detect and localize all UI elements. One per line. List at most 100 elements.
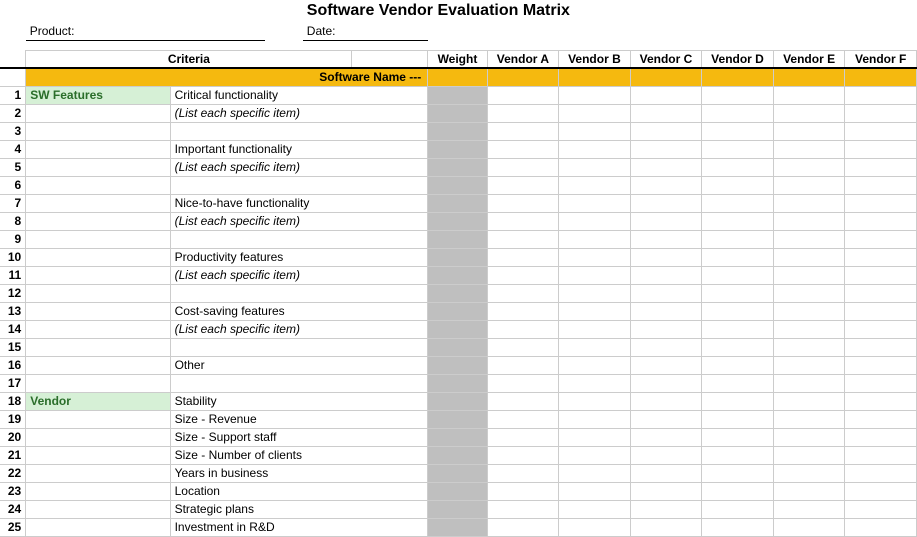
vendor-cell[interactable] (487, 446, 559, 464)
vendor-cell[interactable] (773, 194, 845, 212)
vendor-cell[interactable] (702, 356, 774, 374)
vendor-cell[interactable] (773, 230, 845, 248)
criteria-cell[interactable]: Size - Number of clients (170, 446, 428, 464)
vendor-cell[interactable] (845, 374, 917, 392)
category-cell[interactable] (26, 410, 170, 428)
software-weight-cell[interactable] (428, 68, 487, 86)
vendor-cell[interactable] (487, 122, 559, 140)
vendor-cell[interactable] (630, 302, 702, 320)
vendor-cell[interactable] (773, 158, 845, 176)
weight-cell[interactable] (428, 158, 487, 176)
vendor-cell[interactable] (845, 392, 917, 410)
weight-cell[interactable] (428, 518, 487, 536)
vendor-cell[interactable] (773, 338, 845, 356)
criteria-cell[interactable]: Important functionality (170, 140, 428, 158)
criteria-cell[interactable]: Years in business (170, 464, 428, 482)
vendor-cell[interactable] (487, 482, 559, 500)
category-cell[interactable] (26, 194, 170, 212)
vendor-cell[interactable] (845, 86, 917, 104)
weight-cell[interactable] (428, 320, 487, 338)
vendor-cell[interactable] (487, 104, 559, 122)
vendor-cell[interactable] (845, 338, 917, 356)
criteria-cell[interactable]: Size - Revenue (170, 410, 428, 428)
vendor-cell[interactable] (702, 158, 774, 176)
vendor-cell[interactable] (559, 302, 631, 320)
vendor-cell[interactable] (559, 338, 631, 356)
vendor-cell[interactable] (845, 230, 917, 248)
criteria-cell[interactable]: (List each specific item) (170, 158, 428, 176)
vendor-cell[interactable] (487, 500, 559, 518)
vendor-cell[interactable] (630, 86, 702, 104)
vendor-cell[interactable] (630, 284, 702, 302)
vendor-cell[interactable] (559, 230, 631, 248)
vendor-cell[interactable] (630, 104, 702, 122)
vendor-cell[interactable] (630, 518, 702, 536)
vendor-cell[interactable] (702, 266, 774, 284)
vendor-cell[interactable] (487, 356, 559, 374)
vendor-cell[interactable] (845, 212, 917, 230)
category-cell[interactable] (26, 464, 170, 482)
vendor-cell[interactable] (487, 248, 559, 266)
weight-cell[interactable] (428, 248, 487, 266)
vendor-cell[interactable] (559, 410, 631, 428)
vendor-cell[interactable] (702, 464, 774, 482)
vendor-cell[interactable] (487, 464, 559, 482)
vendor-cell[interactable] (845, 482, 917, 500)
vendor-cell[interactable] (702, 482, 774, 500)
vendor-cell[interactable] (559, 266, 631, 284)
vendor-cell[interactable] (773, 248, 845, 266)
vendor-cell[interactable] (487, 410, 559, 428)
vendor-cell[interactable] (559, 248, 631, 266)
vendor-cell[interactable] (845, 104, 917, 122)
vendor-cell[interactable] (773, 266, 845, 284)
weight-cell[interactable] (428, 356, 487, 374)
weight-cell[interactable] (428, 140, 487, 158)
vendor-cell[interactable] (559, 194, 631, 212)
vendor-cell[interactable] (845, 428, 917, 446)
vendor-cell[interactable] (630, 248, 702, 266)
vendor-cell[interactable] (559, 500, 631, 518)
vendor-cell[interactable] (773, 320, 845, 338)
vendor-cell[interactable] (702, 302, 774, 320)
vendor-cell[interactable] (845, 446, 917, 464)
software-vendor-d-cell[interactable] (702, 68, 774, 86)
category-cell[interactable] (26, 428, 170, 446)
vendor-cell[interactable] (773, 518, 845, 536)
category-cell[interactable] (26, 320, 170, 338)
vendor-cell[interactable] (630, 320, 702, 338)
vendor-cell[interactable] (702, 428, 774, 446)
vendor-cell[interactable] (487, 338, 559, 356)
vendor-cell[interactable] (487, 320, 559, 338)
date-input[interactable] (352, 22, 428, 40)
vendor-cell[interactable] (845, 140, 917, 158)
vendor-cell[interactable] (845, 248, 917, 266)
vendor-cell[interactable] (487, 86, 559, 104)
criteria-cell[interactable]: Nice-to-have functionality (170, 194, 428, 212)
vendor-cell[interactable] (630, 122, 702, 140)
vendor-cell[interactable] (630, 212, 702, 230)
weight-cell[interactable] (428, 86, 487, 104)
criteria-cell[interactable]: Cost-saving features (170, 302, 428, 320)
vendor-cell[interactable] (845, 266, 917, 284)
criteria-cell[interactable]: Strategic plans (170, 500, 428, 518)
criteria-cell[interactable]: (List each specific item) (170, 320, 428, 338)
vendor-cell[interactable] (702, 140, 774, 158)
vendor-cell[interactable] (487, 518, 559, 536)
weight-cell[interactable] (428, 230, 487, 248)
vendor-cell[interactable] (702, 518, 774, 536)
criteria-cell[interactable]: (List each specific item) (170, 104, 428, 122)
vendor-cell[interactable] (559, 464, 631, 482)
vendor-cell[interactable] (845, 410, 917, 428)
vendor-cell[interactable] (702, 284, 774, 302)
criteria-cell[interactable] (170, 176, 428, 194)
vendor-cell[interactable] (630, 464, 702, 482)
weight-cell[interactable] (428, 122, 487, 140)
software-vendor-e-cell[interactable] (773, 68, 845, 86)
vendor-cell[interactable] (630, 338, 702, 356)
category-cell[interactable] (26, 122, 170, 140)
vendor-cell[interactable] (487, 230, 559, 248)
criteria-cell[interactable] (170, 284, 428, 302)
vendor-cell[interactable] (845, 284, 917, 302)
category-cell[interactable] (26, 248, 170, 266)
vendor-cell[interactable] (773, 176, 845, 194)
